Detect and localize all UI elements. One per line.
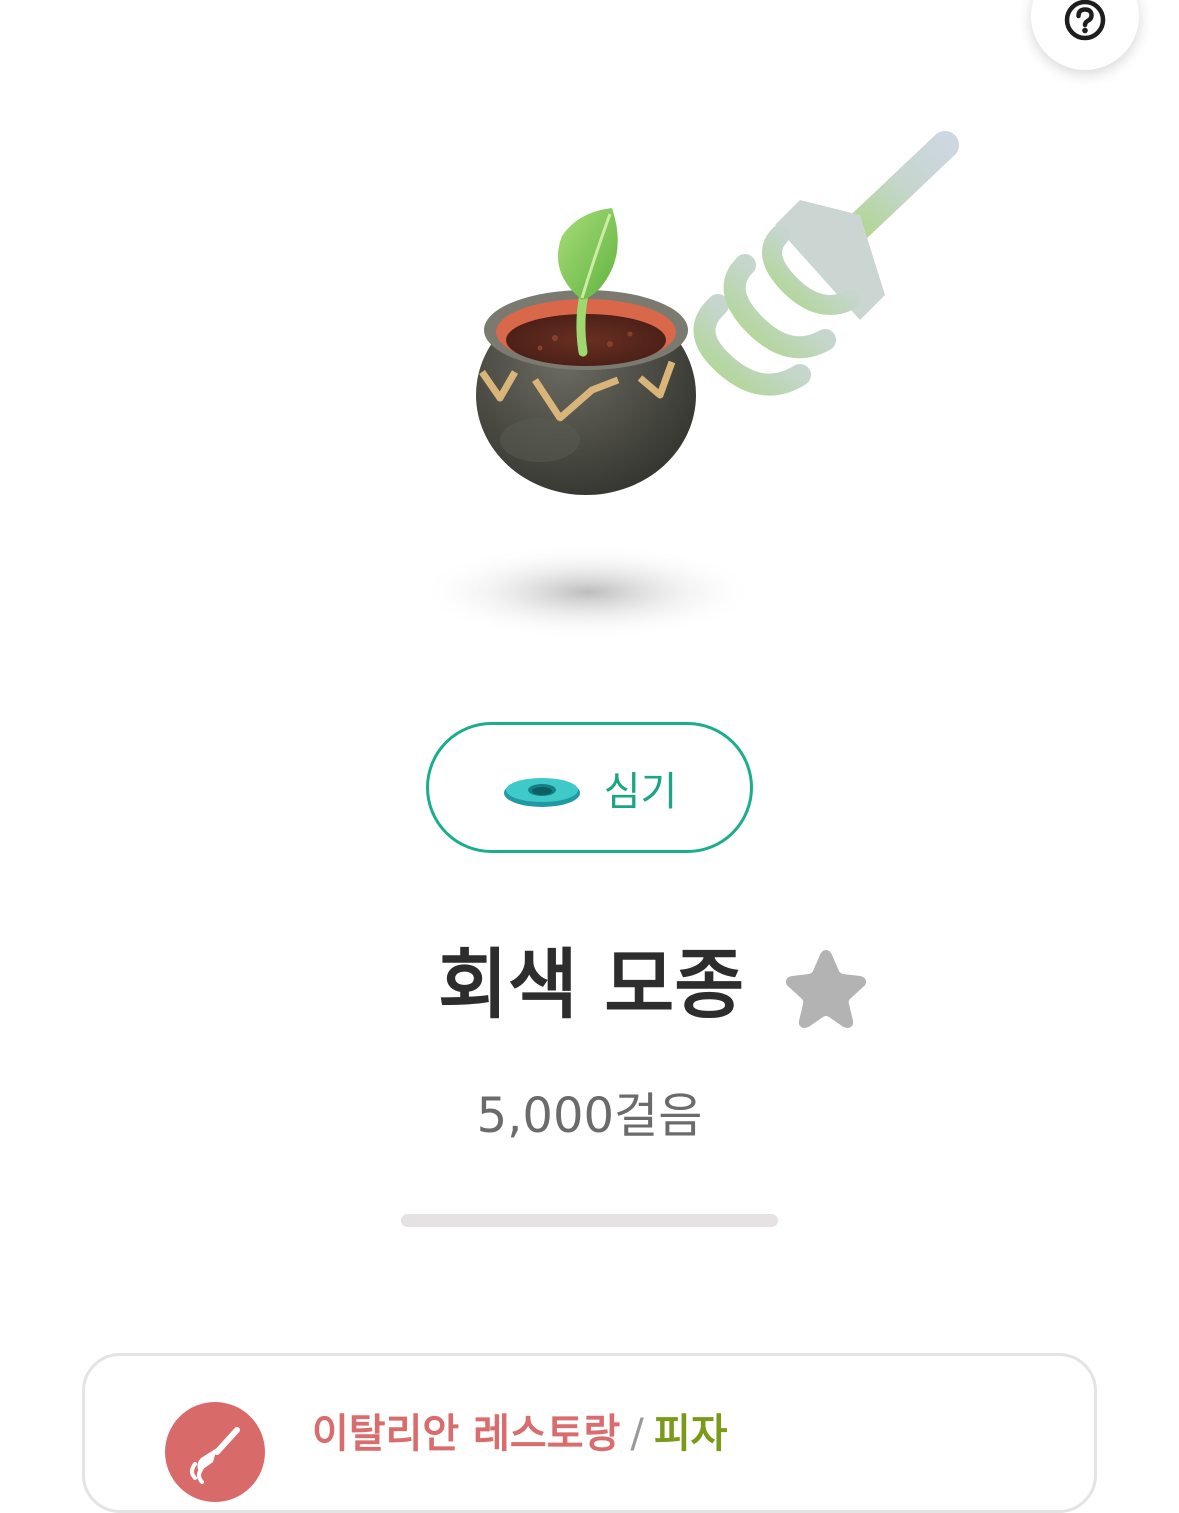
separator: / xyxy=(630,1411,644,1457)
item-title-row: 회색 모종 xyxy=(0,935,1179,1045)
question-circle-icon xyxy=(1064,0,1106,41)
hero-illustration xyxy=(0,0,1179,690)
plant-button[interactable]: 심기 xyxy=(426,722,753,853)
fork-icon xyxy=(693,131,959,396)
card-avatar xyxy=(165,1402,265,1502)
food-name: 피자 xyxy=(653,1411,728,1457)
item-name: 회색 모종 xyxy=(438,940,745,1029)
seedling-pot xyxy=(476,290,696,495)
place-name: 이탈리안 레스토랑 xyxy=(312,1411,621,1457)
location-card[interactable]: 이탈리안 레스토랑 / 피자 xyxy=(82,1353,1097,1513)
steps-required: 5,000걸음 xyxy=(476,1088,703,1144)
star-icon[interactable] xyxy=(782,944,870,1030)
saucer-icon xyxy=(503,777,580,807)
progress-bar xyxy=(401,1214,778,1227)
card-text: 이탈리안 레스토랑 / 피자 xyxy=(312,1408,727,1460)
plant-button-label: 심기 xyxy=(603,768,678,815)
broom-icon xyxy=(190,1427,240,1484)
